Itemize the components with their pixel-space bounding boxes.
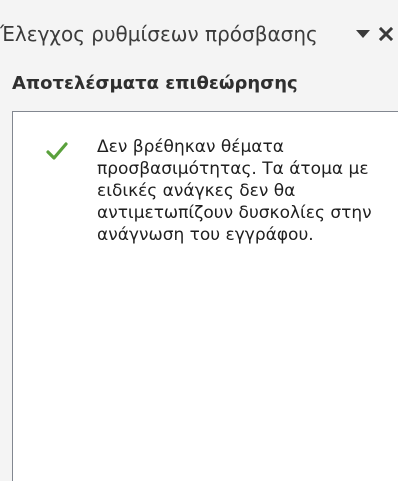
pane-header: Έλεγχος ρυθμίσεων πρόσβασης xyxy=(0,18,398,50)
close-pane-button[interactable] xyxy=(374,22,398,46)
inspection-results-heading: Αποτελέσματα επιθεώρησης xyxy=(12,73,298,94)
accessibility-checker-pane: Έλεγχος ρυθμίσεων πρόσβασης Αποτελέσματα… xyxy=(0,0,398,481)
pane-title: Έλεγχος ρυθμίσεων πρόσβασης xyxy=(0,22,318,46)
triangle-down-icon xyxy=(356,30,370,38)
close-icon xyxy=(379,27,393,41)
inspection-results-list[interactable]: Δεν βρέθηκαν θέματα προσβασιμότητας. Τα … xyxy=(12,111,398,481)
no-issues-message: Δεν βρέθηκαν θέματα προσβασιμότητας. Τα … xyxy=(97,137,372,245)
checkmark-icon xyxy=(46,142,68,160)
pane-options-button[interactable] xyxy=(352,22,374,46)
